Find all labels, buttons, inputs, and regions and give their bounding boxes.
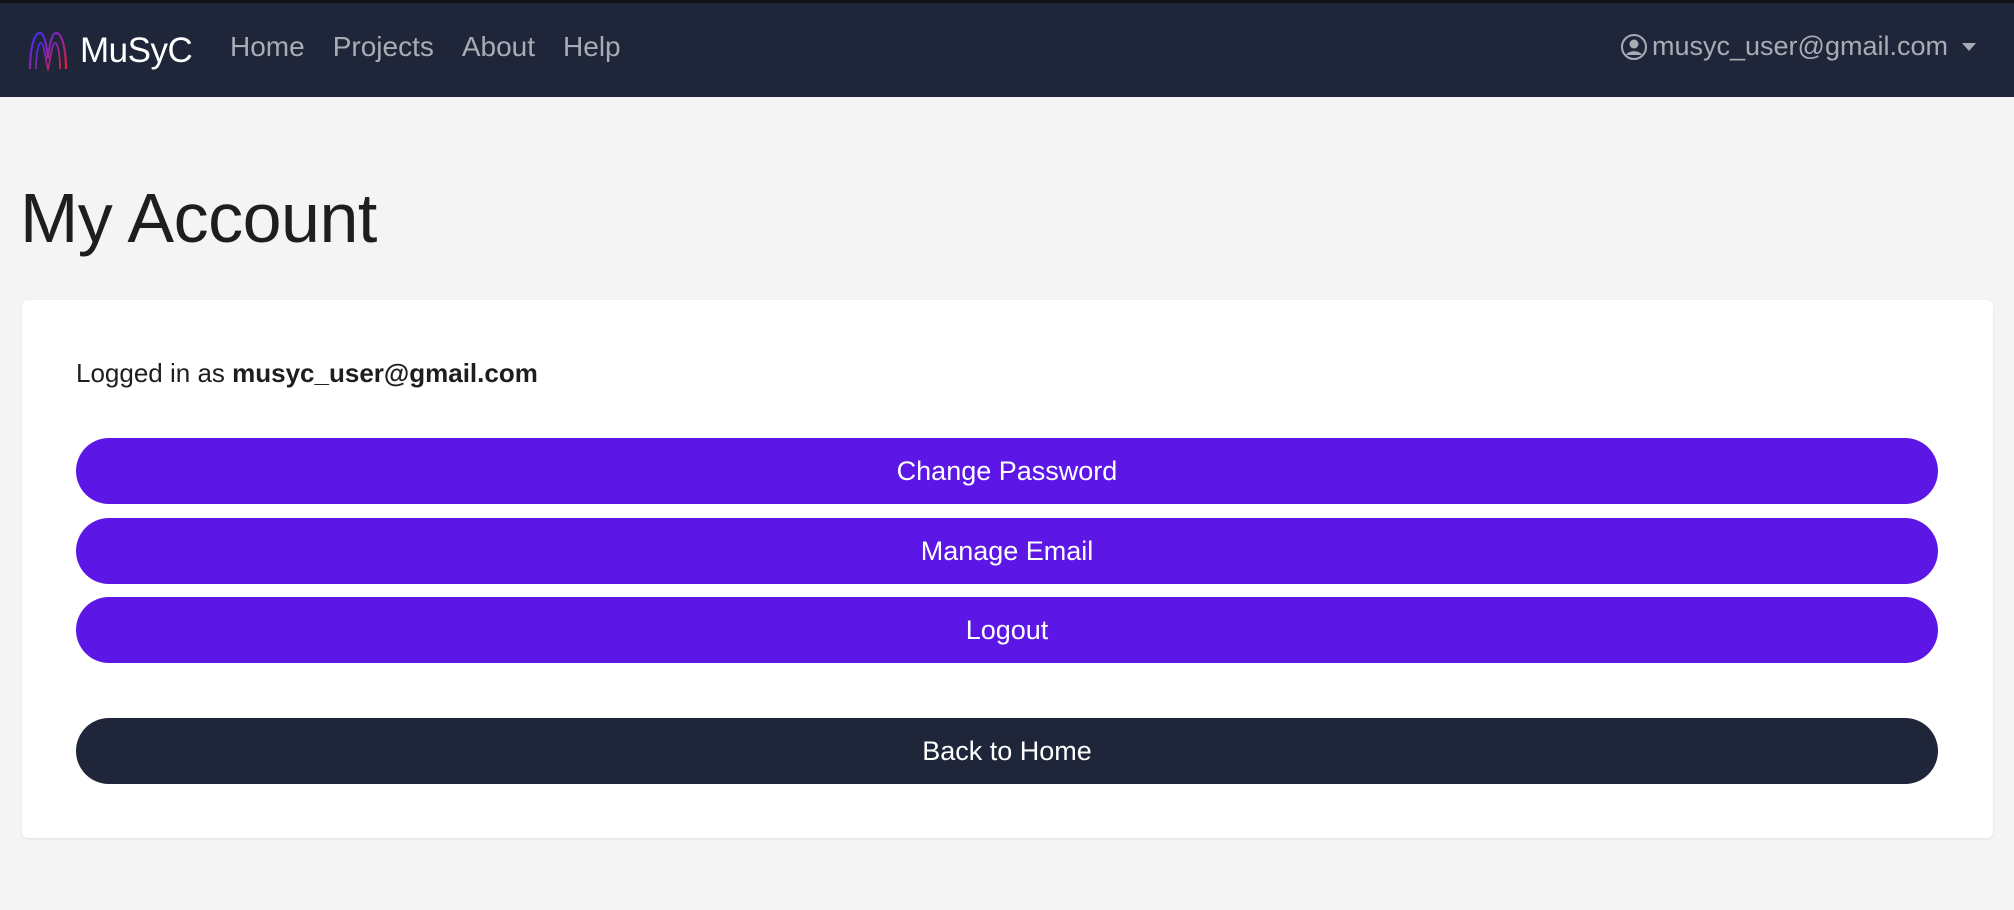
caret-down-icon — [1962, 42, 1976, 51]
logged-in-text: Logged in as musyc_user@gmail.com — [76, 358, 538, 389]
manage-email-button[interactable]: Manage Email — [76, 518, 1938, 584]
logged-in-email: musyc_user@gmail.com — [232, 358, 538, 388]
top-navbar: MuSyC Home Projects About Help musyc_use… — [0, 3, 2014, 97]
user-email-label: musyc_user@gmail.com — [1652, 31, 1948, 61]
nav-link-about[interactable]: About — [462, 31, 535, 63]
account-card: Logged in as musyc_user@gmail.com Change… — [22, 300, 1993, 838]
nav-link-projects[interactable]: Projects — [333, 31, 434, 63]
user-menu-dropdown[interactable]: musyc_user@gmail.com — [1620, 31, 1976, 62]
nav-link-home[interactable]: Home — [230, 31, 305, 63]
nav-link-help[interactable]: Help — [563, 31, 621, 63]
page-title: My Account — [20, 179, 377, 257]
change-password-button[interactable]: Change Password — [76, 438, 1938, 504]
brand-link[interactable]: MuSyC — [26, 27, 193, 75]
musyc-logo-icon — [28, 31, 68, 72]
logout-button[interactable]: Logout — [76, 597, 1938, 663]
logged-in-prefix: Logged in as — [76, 358, 233, 388]
brand-name: MuSyC — [80, 31, 193, 70]
back-to-home-button[interactable]: Back to Home — [76, 718, 1938, 784]
nav-links: Home Projects About Help — [230, 31, 649, 63]
user-circle-icon — [1621, 33, 1647, 60]
